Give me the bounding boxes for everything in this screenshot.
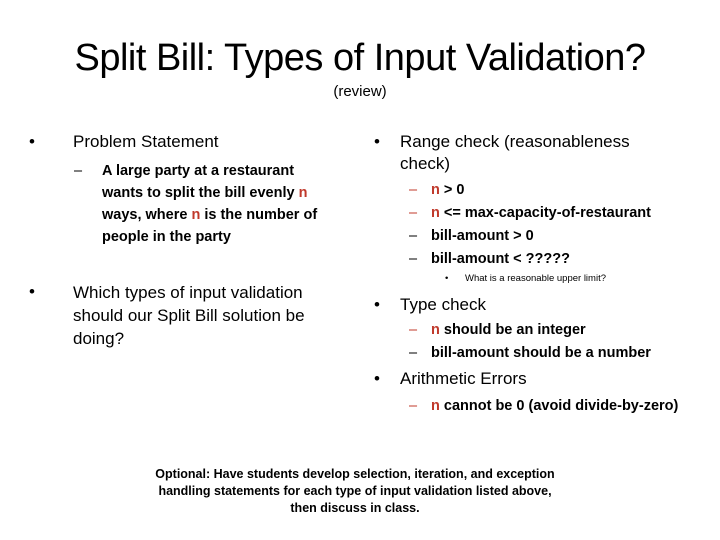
note-line-1: Optional: Have students develop selectio… — [155, 467, 555, 481]
dash-icon: – — [409, 251, 418, 267]
bullet-type-check: • Type check — [374, 294, 704, 316]
bullet-icon: • — [29, 282, 35, 301]
bullet-icon: • — [445, 273, 449, 284]
dash-icon: – — [409, 182, 418, 198]
bullet-icon: • — [29, 132, 35, 151]
arithmetic-item-1: – n cannot be 0 (avoid divide-by-zero) — [409, 395, 709, 417]
dash-icon: – — [409, 398, 418, 414]
bullet-icon: • — [374, 369, 380, 388]
note-line-2: handling statements for each type of inp… — [158, 484, 552, 498]
dash-icon: – — [409, 228, 418, 244]
detail-line-4: people in the party — [102, 229, 231, 245]
bullet-label: Problem Statement — [73, 132, 219, 151]
bullet-which-types: • Which types of input validation should… — [29, 281, 349, 351]
bullet-icon: • — [374, 295, 380, 314]
note-line-3: then discuss in class. — [290, 501, 420, 515]
dash-icon: – — [74, 163, 83, 179]
variable-n: n — [431, 182, 440, 198]
bullet-icon: • — [374, 132, 380, 151]
optional-activity-note: Optional: Have students develop selectio… — [150, 466, 560, 517]
variable-n: n — [431, 398, 440, 414]
bullet-problem-statement: • Problem Statement — [29, 131, 349, 153]
variable-n: n — [298, 185, 308, 201]
question-line-3: doing? — [73, 329, 125, 348]
slide-title: Split Bill: Types of Input Validation? — [74, 37, 646, 79]
range-item-2: – n <= max-capacity-of-restaurant — [409, 202, 699, 224]
range-item-3: – bill-amount > 0 — [409, 225, 699, 247]
detail-line-1: A large party at a restaurant — [102, 163, 295, 179]
slide-subtitle: (review) — [333, 83, 387, 100]
bullet-label: Type check — [400, 295, 486, 314]
dash-icon: – — [409, 205, 418, 221]
detail-line-3: ways, where n is the number of — [102, 207, 318, 223]
range-item-4: – bill-amount < ????? — [409, 248, 699, 270]
range-upper-limit-note: • What is a reasonable upper limit? — [445, 273, 606, 284]
question-line-2: should our Split Bill solution be — [73, 306, 305, 325]
variable-n: n — [431, 322, 440, 338]
dash-icon: – — [409, 322, 418, 338]
range-check-line-2: check) — [400, 154, 451, 173]
bullet-label: Arithmetic Errors — [400, 369, 527, 388]
type-item-1: – n should be an integer — [409, 319, 699, 341]
question-line-1: Which types of input validation — [73, 283, 303, 302]
problem-statement-detail: – A large party at a restaurant wants to… — [74, 160, 354, 250]
dash-icon: – — [409, 345, 418, 361]
bullet-arithmetic-errors: • Arithmetic Errors — [374, 368, 704, 390]
range-check-line-1: Range check (reasonableness — [400, 132, 630, 151]
variable-n: n — [191, 207, 201, 223]
type-item-2: – bill-amount should be a number — [409, 342, 699, 364]
detail-line-2: wants to split the bill evenly n — [102, 185, 308, 201]
variable-n: n — [431, 205, 440, 221]
range-item-1: – n > 0 — [409, 179, 699, 201]
bullet-range-check: • Range check (reasonableness check) — [374, 131, 704, 177]
